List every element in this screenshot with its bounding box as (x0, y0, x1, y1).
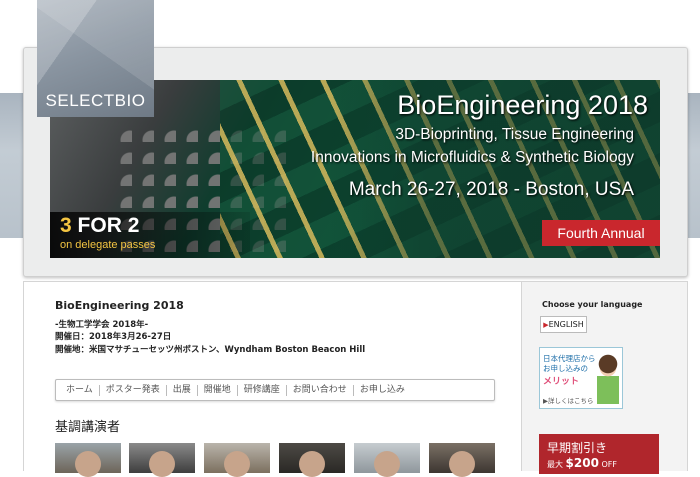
nav-posters[interactable]: ポスター発表 (100, 384, 167, 396)
nav-contact[interactable]: お問い合わせ (287, 384, 354, 396)
nav-training[interactable]: 研修講座 (238, 384, 287, 396)
speaker-photo[interactable] (354, 443, 420, 477)
agent-illustration (597, 354, 619, 404)
main-nav: ホーム ポスター発表 出展 開催地 研修講座 お問い合わせ お申し込み (55, 379, 495, 401)
english-label: ENGLISH (548, 320, 584, 329)
speaker-photo[interactable] (129, 443, 195, 477)
early-discount-title: 早期割引き (547, 441, 608, 455)
promo-3-for-2: 3 FOR 2 on delegate passes (50, 212, 250, 258)
speaker-photo[interactable] (55, 443, 121, 477)
japan-agent-benefits-banner[interactable]: 日本代理店から お申し込みの メリット ▶詳しくはこちら (539, 347, 623, 409)
early-discount-sub: 最大 $200 OFF (547, 456, 617, 470)
nav-exhibit[interactable]: 出展 (167, 384, 198, 396)
promo-rest: FOR 2 (77, 214, 140, 237)
agent-line-3: メリット (543, 377, 580, 387)
speaker-photo[interactable] (279, 443, 345, 477)
language-label: Choose your language (542, 300, 643, 309)
event-venue: 開催地：米国マサチューセッツ州ボストン、Wyndham Boston Beaco… (55, 345, 366, 355)
speaker-photo[interactable] (204, 443, 270, 477)
agent-details-link[interactable]: ▶詳しくはこちら (543, 395, 594, 405)
keynote-heading: 基調講演者 (55, 420, 121, 435)
nav-venue[interactable]: 開催地 (198, 384, 238, 396)
event-jp-name: -生物工学学会 2018年- (55, 320, 149, 330)
banner-subtitle-1: 3D-Bioprinting, Tissue Engineering (395, 126, 634, 143)
english-language-button[interactable]: ▶ENGLISH (540, 316, 587, 333)
event-title: BioEngineering 2018 (55, 299, 184, 312)
edition-badge: Fourth Annual (542, 220, 660, 246)
promo-subtext: on delegate passes (60, 239, 156, 251)
banner-subtitle-2: Innovations in Microfluidics & Synthetic… (310, 149, 634, 166)
banner-date-location: March 26-27, 2018 - Boston, USA (348, 179, 634, 200)
selectbio-logo[interactable]: SELECTBIO (37, 0, 154, 117)
banner-title: BioEngineering 2018 (397, 90, 648, 120)
early-discount-banner[interactable]: 早期割引き 最大 $200 OFF (539, 434, 659, 474)
nav-home[interactable]: ホーム (60, 384, 100, 396)
promo-number: 3 (60, 214, 72, 237)
logo-text: SELECTBIO (45, 91, 146, 110)
nav-register[interactable]: お申し込み (354, 385, 411, 396)
speaker-photo[interactable] (429, 443, 495, 477)
sidebar: Choose your language ▶ENGLISH 日本代理店から お申… (521, 281, 688, 474)
event-dates: 開催日：2018年3月26-27日 (55, 332, 172, 342)
main-content: BioEngineering 2018 -生物工学学会 2018年- 開催日：2… (23, 281, 522, 477)
agent-line-2: お申し込みの (543, 364, 588, 373)
